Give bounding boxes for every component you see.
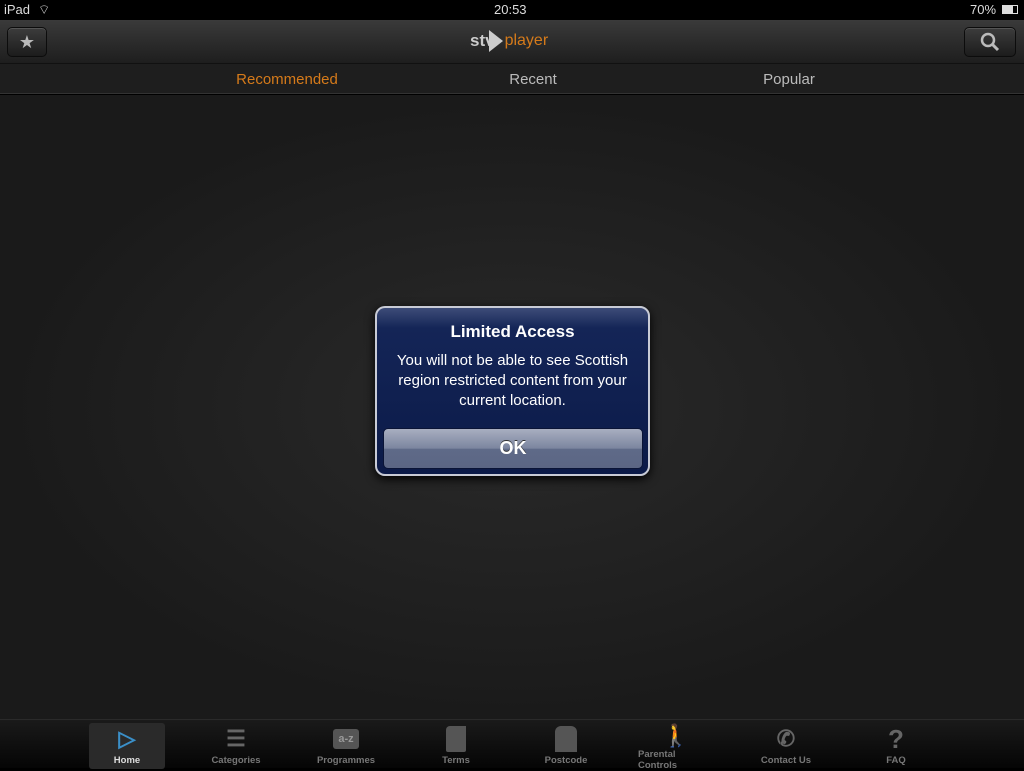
tab-label: Categories <box>211 755 261 766</box>
tabbar-parental-controls[interactable]: 🚶 Parental Controls <box>638 723 714 771</box>
phone-icon: ✆ <box>776 726 796 751</box>
tab-label: FAQ <box>886 755 906 766</box>
tabbar-contact-us[interactable]: ✆ Contact Us <box>748 723 824 769</box>
play-icon: ▷ <box>118 726 136 751</box>
tab-label: Home <box>113 755 141 766</box>
tab-popular[interactable]: Popular <box>763 71 815 88</box>
ok-button[interactable]: OK <box>383 428 643 469</box>
a-z-icon-text: a-z <box>333 729 359 749</box>
alert-title: Limited Access <box>450 322 575 341</box>
search-icon <box>980 32 1000 52</box>
favourites-button[interactable]: ★ <box>7 27 47 57</box>
tabbar-faq[interactable]: ? FAQ <box>858 723 934 769</box>
status-bar: iPad ⌔ 20:53 70% <box>0 0 1024 20</box>
stv-player-logo: stv player <box>470 30 548 52</box>
nav-bar: ★ stv player <box>0 20 1024 64</box>
alert-message: You will not be able to see Scottish reg… <box>396 352 629 409</box>
tabbar-postcode[interactable]: Postcode <box>528 723 604 769</box>
tab-recommended[interactable]: Recommended <box>236 71 338 88</box>
star-icon: ★ <box>18 31 36 52</box>
tab-label: Terms <box>442 755 470 766</box>
limited-access-alert: Limited Access You will not be able to s… <box>375 306 650 476</box>
list-icon: ☰ <box>226 726 246 751</box>
tab-recent[interactable]: Recent <box>509 71 557 88</box>
device-name: iPad <box>4 2 31 17</box>
tab-label: Contact Us <box>760 755 812 766</box>
tabbar-home[interactable]: ▷ Home <box>89 723 165 769</box>
play-triangle-icon <box>488 30 503 52</box>
tabbar-terms[interactable]: Terms <box>418 723 494 769</box>
question-icon: ? <box>888 723 904 754</box>
tab-label: Postcode <box>544 755 588 766</box>
logo-text: player <box>504 32 549 49</box>
search-button[interactable] <box>964 27 1016 57</box>
battery-percent: 70% <box>970 2 997 17</box>
parent-child-icon: 🚶 <box>662 723 690 748</box>
wifi-icon: ⌔ <box>38 2 51 17</box>
tabbar-programmes[interactable]: a-z Programmes <box>308 723 384 769</box>
a-z-icon: a-z <box>333 723 359 755</box>
tab-bar: ▷ Home ☰ Categories a-z Programmes Terms Po… <box>0 719 1024 771</box>
battery-icon <box>1002 5 1018 14</box>
document-icon <box>446 723 466 755</box>
postbox-icon <box>555 723 577 755</box>
segment-tabs: Recommended Recent Popular <box>0 64 1024 94</box>
clock: 20:53 <box>494 2 527 17</box>
tabbar-categories[interactable]: ☰ Categories <box>198 723 274 769</box>
tab-label: Programmes <box>316 755 376 766</box>
